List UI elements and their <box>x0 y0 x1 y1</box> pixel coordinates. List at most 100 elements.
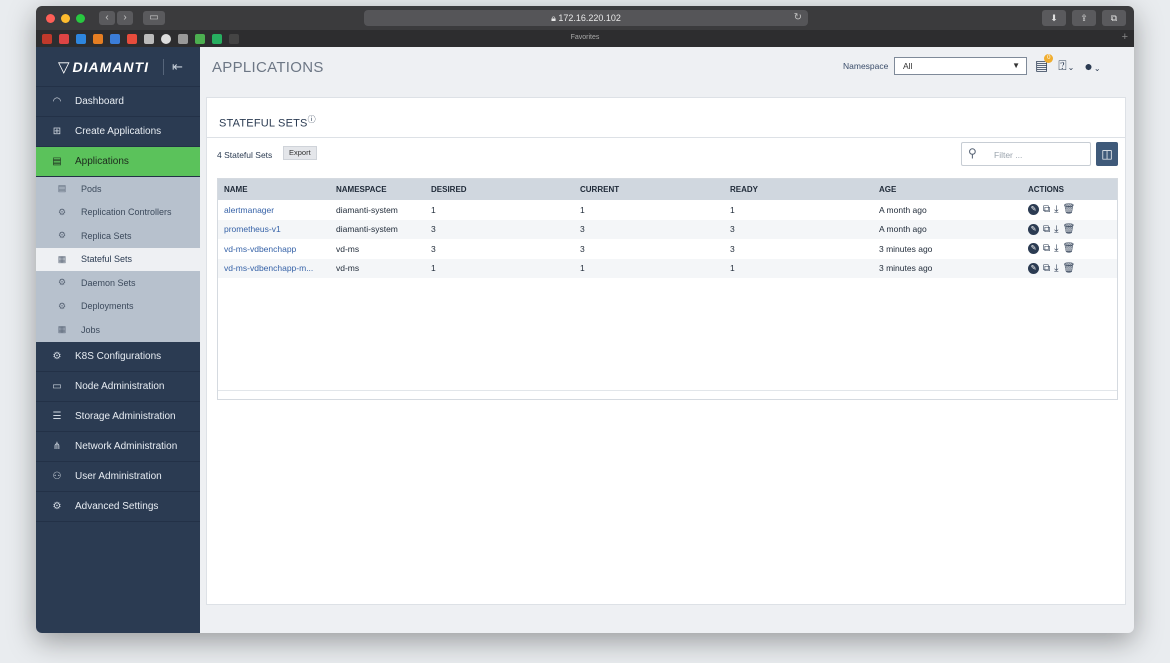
sidebar-subitem-jobs[interactable]: ▦ Jobs <box>36 318 200 342</box>
row-age: A month ago <box>873 219 1022 239</box>
scale-icon[interactable]: ⧉ <box>1043 243 1050 254</box>
namespace-label: Namespace <box>843 61 889 71</box>
namespace-select[interactable]: All ▼ <box>894 57 1027 75</box>
download-icon[interactable]: ⤓ <box>1054 263 1058 274</box>
sidebar-subitem-label: Pods <box>81 183 102 194</box>
trash-icon[interactable]: 🗑︎ <box>1063 224 1076 235</box>
row-name-link[interactable]: vd-ms-vdbenchapp <box>218 239 330 259</box>
edit-icon[interactable]: ✎ <box>1028 262 1039 274</box>
favorite-globe-icon[interactable] <box>161 33 171 44</box>
sidebar-item-storage-administration[interactable]: ☰ Storage Administration <box>36 402 200 432</box>
download-icon[interactable]: ⤓ <box>1054 224 1058 235</box>
row-ready: 1 <box>730 204 735 215</box>
favorite-misc-icon[interactable] <box>229 33 239 44</box>
reload-icon[interactable]: ↻ <box>794 10 802 26</box>
address-bar[interactable]: 🔒︎ 172.16.220.102 ↻ <box>364 10 808 26</box>
user-avatar-icon[interactable]: ●⌄ <box>1084 58 1100 74</box>
row-name-link[interactable]: prometheus-v1 <box>218 219 330 239</box>
sidebar-item-node-administration[interactable]: ▭ Node Administration <box>36 372 200 402</box>
scale-icon[interactable]: ⧉ <box>1043 224 1050 235</box>
download-icon[interactable]: ⤓ <box>1054 204 1058 215</box>
column-header-desired[interactable]: DESIRED <box>425 179 574 200</box>
row-current: 3 <box>574 219 724 239</box>
share-icon[interactable]: ⇪ <box>1072 10 1096 26</box>
sidebar-subitem-stateful-sets[interactable]: ▦ Stateful Sets <box>36 247 200 271</box>
trash-icon[interactable]: 🗑︎ <box>1063 204 1076 215</box>
favorite-gmail-icon[interactable] <box>42 33 52 44</box>
sidebar-item-advanced-settings[interactable]: ⚙ Advanced Settings <box>36 492 200 522</box>
column-settings-button[interactable]: ◫ <box>1096 142 1118 166</box>
sidebar-item-label: Advanced Settings <box>75 500 159 512</box>
sidebar-item-label: Node Administration <box>75 380 165 392</box>
help-icon[interactable]: ⍰⌄ <box>1058 57 1074 74</box>
sidebar-item-k8s-configurations[interactable]: ⚙ K8S Configurations <box>36 342 200 372</box>
scale-icon[interactable]: ⧉ <box>1043 263 1050 274</box>
export-button[interactable]: Export <box>283 146 317 160</box>
sidebar-item-dashboard[interactable]: ◠ Dashboard <box>36 87 200 117</box>
applications-submenu: ▤ Pods ⚙ Replication Controllers ⚙ Repli… <box>36 177 200 342</box>
url-text: 172.16.220.102 <box>558 13 621 23</box>
sidebar-subitem-label: Replica Sets <box>81 230 132 241</box>
minimize-window-button[interactable] <box>61 13 70 23</box>
sidebar-subitem-label: Daemon Sets <box>81 277 136 288</box>
favorite-sheets-icon[interactable] <box>212 33 222 44</box>
trash-icon[interactable]: 🗑︎ <box>1063 243 1076 254</box>
row-name-link[interactable]: vd-ms-vdbenchapp-m... <box>218 258 330 278</box>
panel-title: STATEFUL SETSⓘ <box>219 114 316 130</box>
column-header-current[interactable]: CURRENT <box>574 179 724 200</box>
row-name-link[interactable]: alertmanager <box>218 200 330 220</box>
scale-icon[interactable]: ⧉ <box>1043 204 1050 215</box>
new-tab-icon[interactable]: + <box>1122 31 1128 43</box>
search-icon: ⚲ <box>968 146 977 160</box>
browser-window: ‹ › ▭ 🔒︎ 172.16.220.102 ↻ ⬇ ⇪ ⧉ Favorite… <box>36 6 1134 633</box>
row-desired: 3 <box>425 219 574 239</box>
column-header-namespace[interactable]: NAMESPACE <box>330 179 425 200</box>
favorite-calendar-icon[interactable] <box>76 33 86 44</box>
row-namespace: diamanti-system <box>330 219 425 239</box>
stateful-sets-panel: STATEFUL SETSⓘ 4 Stateful Sets Export ⚲ … <box>206 97 1126 605</box>
close-window-button[interactable] <box>46 13 55 23</box>
favorite-mail-icon[interactable] <box>59 33 69 44</box>
row-current: 1 <box>580 204 585 215</box>
column-header-name[interactable]: NAME <box>218 179 330 200</box>
favorite-tool-icon[interactable] <box>144 33 154 44</box>
edit-icon[interactable]: ✎ <box>1028 223 1039 235</box>
favorite-app-icon[interactable] <box>178 33 188 44</box>
edit-icon[interactable]: ✎ <box>1028 243 1039 255</box>
edit-icon[interactable]: ✎ <box>1028 204 1039 216</box>
column-header-ready[interactable]: READY <box>724 179 873 200</box>
sidebar-toggle-button[interactable]: ▭ <box>143 11 165 25</box>
collapse-sidebar-icon[interactable]: ⇤ <box>162 58 183 75</box>
back-button[interactable]: ‹ <box>99 11 115 25</box>
sidebar-subitem-daemon-sets[interactable]: ⚙ Daemon Sets <box>36 271 200 295</box>
filter-input[interactable]: ⚲ Filter ... <box>961 142 1091 166</box>
sidebar-subitem-replica-sets[interactable]: ⚙ Replica Sets <box>36 224 200 248</box>
sidebar-subitem-deployments[interactable]: ⚙ Deployments <box>36 295 200 319</box>
info-icon[interactable]: ⓘ <box>308 115 316 124</box>
notifications-icon[interactable]: ▤ 0 <box>1035 54 1054 74</box>
zoom-window-button[interactable] <box>76 13 85 23</box>
pods-icon: ▤ <box>57 183 67 194</box>
sidebar-item-network-administration[interactable]: ⋔ Network Administration <box>36 432 200 462</box>
column-header-age[interactable]: AGE <box>873 179 1022 200</box>
favorite-gitlab-icon[interactable] <box>127 33 137 44</box>
favorite-office-icon[interactable] <box>93 33 103 44</box>
sidebar-item-create-applications[interactable]: ⊞ Create Applications <box>36 117 200 147</box>
sidebar-subitem-replication-controllers[interactable]: ⚙ Replication Controllers <box>36 201 200 225</box>
downloads-icon[interactable]: ⬇ <box>1042 10 1066 26</box>
row-namespace: vd-ms <box>336 243 360 254</box>
replication-controllers-icon: ⚙ <box>57 206 67 217</box>
forward-button[interactable]: › <box>117 11 133 25</box>
sidebar-item-label: Network Administration <box>75 440 178 452</box>
row-current: 1 <box>574 258 724 278</box>
sidebar-subitem-pods[interactable]: ▤ Pods <box>36 177 200 201</box>
sidebar-item-applications[interactable]: ▤ Applications <box>36 147 200 177</box>
users-icon: ⚇ <box>52 470 62 482</box>
trash-icon[interactable]: 🗑︎ <box>1063 263 1076 274</box>
sidebar-item-user-administration[interactable]: ⚇ User Administration <box>36 462 200 492</box>
row-namespace: diamanti-system <box>336 204 398 215</box>
favorite-drive-icon[interactable] <box>195 33 205 44</box>
download-icon[interactable]: ⤓ <box>1054 243 1058 254</box>
favorite-site-icon[interactable] <box>110 33 120 44</box>
tabs-overview-icon[interactable]: ⧉ <box>1102 10 1126 26</box>
